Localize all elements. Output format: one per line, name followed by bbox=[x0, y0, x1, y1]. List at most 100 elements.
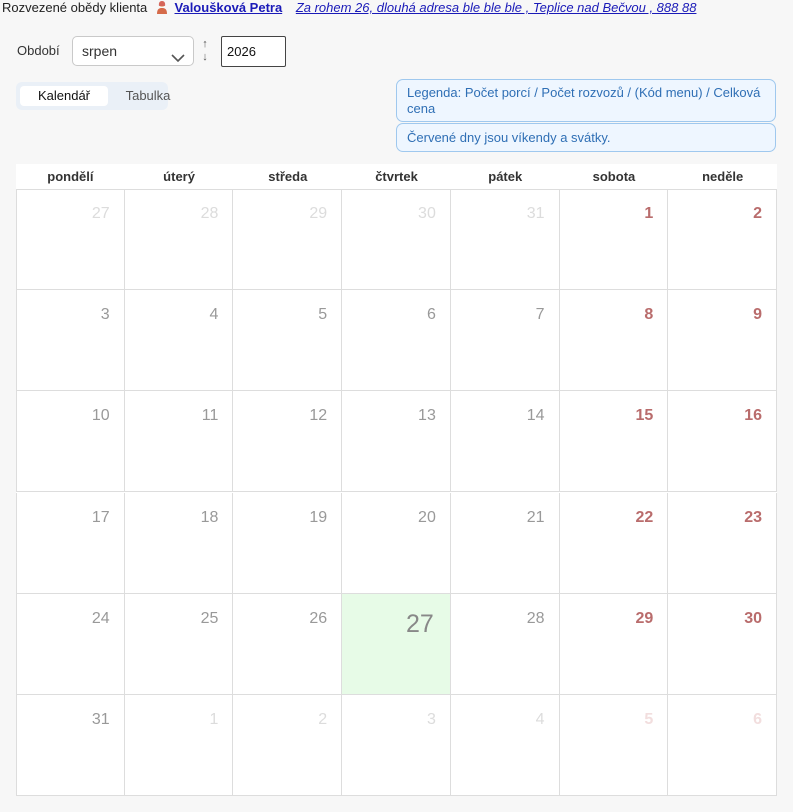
calendar-day-cell[interactable]: 27 bbox=[16, 189, 125, 291]
day-number: 16 bbox=[744, 407, 762, 425]
calendar-day-cell[interactable]: 13 bbox=[342, 391, 451, 493]
legend-note: Legenda: Počet porcí / Počet rozvozů / (… bbox=[396, 79, 776, 122]
calendar-day-cell[interactable]: 17 bbox=[16, 492, 125, 594]
month-select-value: srpen bbox=[82, 43, 118, 59]
calendar-day-cell[interactable]: 21 bbox=[450, 492, 560, 594]
weekend-note: Červené dny jsou víkendy a svátky. bbox=[396, 123, 776, 152]
calendar-day-cell[interactable]: 31 bbox=[16, 694, 125, 796]
day-number: 30 bbox=[744, 609, 762, 627]
weekday-header: pondělí bbox=[47, 169, 94, 184]
calendar-day-cell[interactable]: 12 bbox=[233, 391, 343, 493]
client-name-link[interactable]: Valoušková Petra bbox=[175, 0, 283, 15]
day-number: 1 bbox=[644, 205, 654, 222]
period-label: Období bbox=[17, 43, 60, 58]
calendar-day-cell[interactable]: 3 bbox=[16, 290, 125, 392]
day-number: 20 bbox=[418, 508, 436, 526]
day-number: 29 bbox=[309, 205, 328, 222]
calendar-day-cell[interactable]: 28 bbox=[124, 189, 234, 291]
day-number: 23 bbox=[744, 508, 762, 526]
calendar-day-cell[interactable]: 8 bbox=[559, 290, 669, 392]
day-number: 5 bbox=[318, 306, 328, 324]
day-number: 17 bbox=[91, 508, 110, 526]
day-number: 30 bbox=[418, 205, 436, 222]
weekday-header: úterý bbox=[163, 169, 195, 184]
calendar: pondělí úterý středa čtvrtek pátek sobot… bbox=[16, 164, 777, 796]
calendar-day-cell[interactable]: 24 bbox=[16, 593, 125, 695]
day-number: 14 bbox=[526, 407, 545, 425]
weekday-header: sobota bbox=[592, 169, 636, 184]
calendar-day-cell[interactable]: 30 bbox=[668, 593, 777, 695]
day-number: 2 bbox=[753, 205, 762, 222]
month-stepper[interactable]: ↑ ↓ bbox=[197, 38, 213, 66]
calendar-day-cell[interactable]: 4 bbox=[450, 694, 560, 796]
calendar-day-cell[interactable]: 29 bbox=[559, 593, 669, 695]
calendar-day-cell[interactable]: 2 bbox=[233, 694, 343, 796]
client-header: Rozvezené obědy klienta Valoušková Petra… bbox=[2, 0, 696, 16]
day-number: 26 bbox=[309, 609, 328, 627]
header-prefix: Rozvezené obědy klienta bbox=[2, 0, 148, 15]
day-number: 28 bbox=[526, 609, 545, 627]
calendar-day-cell[interactable]: 31 bbox=[450, 189, 560, 291]
stepper-up-arrow[interactable]: ↑ bbox=[197, 38, 213, 51]
day-number: 25 bbox=[200, 609, 219, 627]
calendar-day-cell[interactable]: 2 bbox=[668, 189, 777, 291]
calendar-day-cell[interactable]: 4 bbox=[124, 290, 234, 392]
calendar-day-cell[interactable]: 14 bbox=[450, 391, 560, 493]
day-number: 3 bbox=[426, 710, 436, 728]
day-number: 12 bbox=[309, 407, 328, 425]
day-number: 4 bbox=[209, 306, 219, 324]
calendar-day-cell[interactable]: 22 bbox=[559, 492, 669, 594]
calendar-day-cell[interactable]: 29 bbox=[233, 189, 343, 291]
weekday-header: pátek bbox=[488, 169, 523, 184]
day-number: 3 bbox=[100, 306, 110, 324]
calendar-day-cell[interactable]: 1 bbox=[124, 694, 234, 796]
day-number: 6 bbox=[753, 710, 762, 728]
tab-kalendar[interactable]: Kalendář bbox=[20, 86, 108, 106]
calendar-day-cell[interactable]: 1 bbox=[559, 189, 669, 291]
calendar-day-cell[interactable]: 25 bbox=[124, 593, 234, 695]
calendar-day-cell[interactable]: 5 bbox=[233, 290, 343, 392]
day-number: 4 bbox=[535, 710, 545, 728]
day-number: 6 bbox=[426, 306, 436, 324]
calendar-day-cell[interactable]: 18 bbox=[124, 492, 234, 594]
day-number: 5 bbox=[644, 710, 654, 728]
day-number: 27 bbox=[91, 205, 110, 222]
calendar-day-cell[interactable]: 11 bbox=[124, 391, 234, 493]
day-number: 31 bbox=[91, 710, 110, 728]
weekday-header: středa bbox=[268, 169, 308, 184]
weekday-header: neděle bbox=[702, 169, 744, 184]
day-number: 29 bbox=[635, 609, 654, 627]
calendar-day-cell[interactable]: 6 bbox=[668, 694, 777, 796]
calendar-day-cell[interactable]: 6 bbox=[342, 290, 451, 392]
calendar-day-cell[interactable]: 16 bbox=[668, 391, 777, 493]
day-number: 24 bbox=[91, 609, 110, 627]
calendar-day-cell-today[interactable]: 27 bbox=[342, 593, 451, 695]
client-address-link[interactable]: Za rohem 26, dlouhá adresa ble ble ble ,… bbox=[296, 0, 697, 15]
calendar-day-cell[interactable]: 7 bbox=[450, 290, 560, 392]
stepper-down-arrow[interactable]: ↓ bbox=[197, 51, 213, 64]
year-input[interactable]: 2026 bbox=[221, 36, 286, 67]
weekday-header: čtvrtek bbox=[375, 169, 418, 184]
calendar-day-cell[interactable]: 10 bbox=[16, 391, 125, 493]
calendar-day-cell[interactable]: 23 bbox=[668, 492, 777, 594]
tab-tabulka[interactable]: Tabulka bbox=[112, 86, 184, 106]
calendar-day-cell[interactable]: 3 bbox=[342, 694, 451, 796]
weekday-header-row: pondělí úterý středa čtvrtek pátek sobot… bbox=[16, 164, 777, 190]
day-number: 22 bbox=[635, 508, 654, 526]
calendar-day-cell[interactable]: 9 bbox=[668, 290, 777, 392]
month-select[interactable]: srpen bbox=[72, 36, 194, 66]
day-number: 31 bbox=[526, 205, 545, 222]
calendar-day-cell[interactable]: 19 bbox=[233, 492, 343, 594]
calendar-day-cell[interactable]: 26 bbox=[233, 593, 343, 695]
calendar-day-cell[interactable]: 30 bbox=[342, 189, 451, 291]
calendar-day-cell[interactable]: 15 bbox=[559, 391, 669, 493]
calendar-day-cell[interactable]: 28 bbox=[450, 593, 560, 695]
day-number: 11 bbox=[201, 407, 219, 425]
day-number: 19 bbox=[309, 508, 328, 526]
day-number: 9 bbox=[753, 306, 762, 324]
view-tabs: Kalendář Tabulka bbox=[16, 82, 170, 110]
calendar-day-cell[interactable]: 20 bbox=[342, 492, 451, 594]
day-number: 10 bbox=[91, 407, 110, 425]
calendar-day-cell[interactable]: 5 bbox=[559, 694, 669, 796]
chevron-down-icon bbox=[171, 45, 185, 63]
